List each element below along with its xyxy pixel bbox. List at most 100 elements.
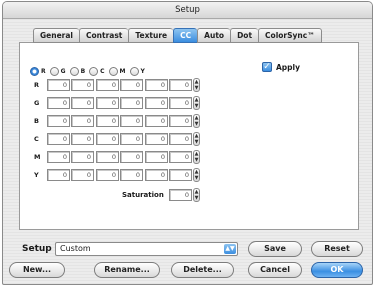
matrix-field[interactable]: 0	[71, 169, 94, 181]
matrix-field[interactable]: 0	[169, 115, 192, 127]
ok-button[interactable]: OK	[311, 262, 363, 278]
tab-colorsync[interactable]: ColorSync™	[258, 28, 322, 43]
matrix-field[interactable]: 0	[47, 151, 70, 163]
matrix-field[interactable]: 0	[120, 151, 143, 163]
matrix-field[interactable]: 0	[120, 97, 143, 109]
matrix-field[interactable]: 0	[71, 115, 94, 127]
stepper-arrows-icon[interactable]: ▲ ▼	[193, 78, 200, 92]
radio-button-icon	[108, 67, 118, 76]
radio-label: C	[100, 68, 105, 75]
matrix-field[interactable]: 0	[169, 169, 192, 181]
row-label: R	[34, 81, 40, 89]
matrix-row-c: C 0 0 0 0 0 0 ▲ ▼	[20, 132, 220, 146]
matrix-field[interactable]: 0	[71, 79, 94, 91]
matrix-field[interactable]: 0	[145, 169, 168, 181]
matrix-field[interactable]: 0	[71, 133, 94, 145]
popup-arrows-icon: ▲▼	[224, 244, 236, 254]
radio-button-icon	[49, 67, 59, 76]
stepper-arrows-icon[interactable]: ▲ ▼	[193, 150, 200, 164]
radio-m[interactable]: M	[108, 67, 126, 76]
radio-button-icon	[129, 67, 139, 76]
matrix-field[interactable]: 0	[96, 79, 119, 91]
radio-c[interactable]: C	[89, 67, 105, 76]
new-button[interactable]: New...	[9, 262, 65, 278]
matrix-field[interactable]: 0	[71, 151, 94, 163]
radio-label: Y	[140, 68, 145, 75]
tab-auto[interactable]: Auto	[197, 28, 231, 43]
matrix-field[interactable]: 0	[145, 79, 168, 91]
matrix-field[interactable]: 0	[96, 97, 119, 109]
tab-bar: General Contrast Texture CC Auto Dot Col…	[33, 28, 322, 43]
checkmark-icon: ✓	[262, 62, 272, 72]
window-title: Setup	[3, 2, 372, 19]
matrix-field[interactable]: 0	[96, 151, 119, 163]
radio-y[interactable]: Y	[129, 67, 145, 76]
matrix-field[interactable]: 0	[120, 79, 143, 91]
matrix-field[interactable]: 0	[169, 133, 192, 145]
cc-tab-panel: R G B C M Y ✓ Apply R 0 0 0 0 0 0 ▲ ▼ G …	[19, 42, 359, 230]
setup-popup-menu[interactable]: Custom ▲▼	[55, 242, 238, 256]
matrix-field[interactable]: 0	[47, 97, 70, 109]
matrix-field[interactable]: 0	[120, 169, 143, 181]
row-label: M	[34, 153, 41, 161]
matrix-row-y: Y 0 0 0 0 0 0 ▲ ▼	[20, 168, 220, 182]
matrix-field[interactable]: 0	[96, 115, 119, 127]
radio-button-icon	[89, 67, 99, 76]
saturation-label: Saturation	[122, 191, 164, 199]
matrix-field[interactable]: 0	[47, 115, 70, 127]
matrix-field[interactable]: 0	[47, 133, 70, 145]
matrix-field[interactable]: 0	[169, 97, 192, 109]
radio-button-icon	[69, 67, 79, 76]
matrix-field[interactable]: 0	[145, 115, 168, 127]
tab-dot[interactable]: Dot	[230, 28, 259, 43]
radio-label: R	[41, 68, 46, 75]
save-button[interactable]: Save	[248, 241, 302, 257]
matrix-field[interactable]: 0	[120, 133, 143, 145]
matrix-field[interactable]: 0	[47, 79, 70, 91]
tab-texture[interactable]: Texture	[128, 28, 174, 43]
matrix-field[interactable]: 0	[145, 151, 168, 163]
matrix-field[interactable]: 0	[96, 133, 119, 145]
tab-cc[interactable]: CC	[173, 28, 198, 43]
reset-button[interactable]: Reset	[311, 241, 363, 257]
stepper-arrows-icon[interactable]: ▲ ▼	[193, 114, 200, 128]
matrix-row-m: M 0 0 0 0 0 0 ▲ ▼	[20, 150, 220, 164]
matrix-field[interactable]: 0	[71, 97, 94, 109]
stepper-arrows-icon[interactable]: ▲ ▼	[193, 188, 200, 202]
matrix-field[interactable]: 0	[169, 79, 192, 91]
matrix-field[interactable]: 0	[96, 169, 119, 181]
matrix-row-r: R 0 0 0 0 0 0 ▲ ▼	[20, 78, 220, 92]
saturation-field[interactable]: 0	[169, 189, 192, 201]
radio-label: M	[119, 68, 126, 75]
matrix-field[interactable]: 0	[145, 133, 168, 145]
setup-popup-value: Custom	[60, 244, 91, 253]
matrix-field[interactable]: 0	[169, 151, 192, 163]
tab-contrast[interactable]: Contrast	[79, 28, 129, 43]
row-label: Y	[34, 171, 39, 179]
radio-b[interactable]: B	[69, 67, 86, 76]
setup-label: Setup	[22, 244, 52, 254]
cancel-button[interactable]: Cancel	[248, 262, 302, 278]
channel-radio-group: R G B C M Y	[30, 67, 149, 76]
stepper-arrows-icon[interactable]: ▲ ▼	[193, 96, 200, 110]
radio-label: G	[60, 68, 66, 75]
stepper-arrows-icon[interactable]: ▲ ▼	[193, 168, 200, 182]
matrix-field[interactable]: 0	[120, 115, 143, 127]
setup-window: Setup General Contrast Texture CC Auto D…	[2, 1, 373, 285]
tab-general[interactable]: General	[33, 28, 79, 43]
row-label: G	[34, 99, 40, 107]
radio-button-icon	[30, 67, 39, 76]
setup-row: Setup Custom ▲▼ Save Reset	[3, 239, 372, 259]
matrix-field[interactable]: 0	[145, 97, 168, 109]
rename-button[interactable]: Rename...	[94, 262, 160, 278]
radio-label: B	[80, 68, 86, 75]
matrix-row-b: B 0 0 0 0 0 0 ▲ ▼	[20, 114, 220, 128]
matrix-field[interactable]: 0	[47, 169, 70, 181]
apply-checkbox[interactable]: ✓ Apply	[262, 62, 300, 72]
apply-label: Apply	[276, 62, 301, 72]
delete-button[interactable]: Delete...	[171, 262, 234, 278]
radio-r[interactable]: R	[30, 67, 46, 76]
radio-g[interactable]: G	[49, 67, 66, 76]
row-label: B	[34, 117, 39, 125]
stepper-arrows-icon[interactable]: ▲ ▼	[193, 132, 200, 146]
